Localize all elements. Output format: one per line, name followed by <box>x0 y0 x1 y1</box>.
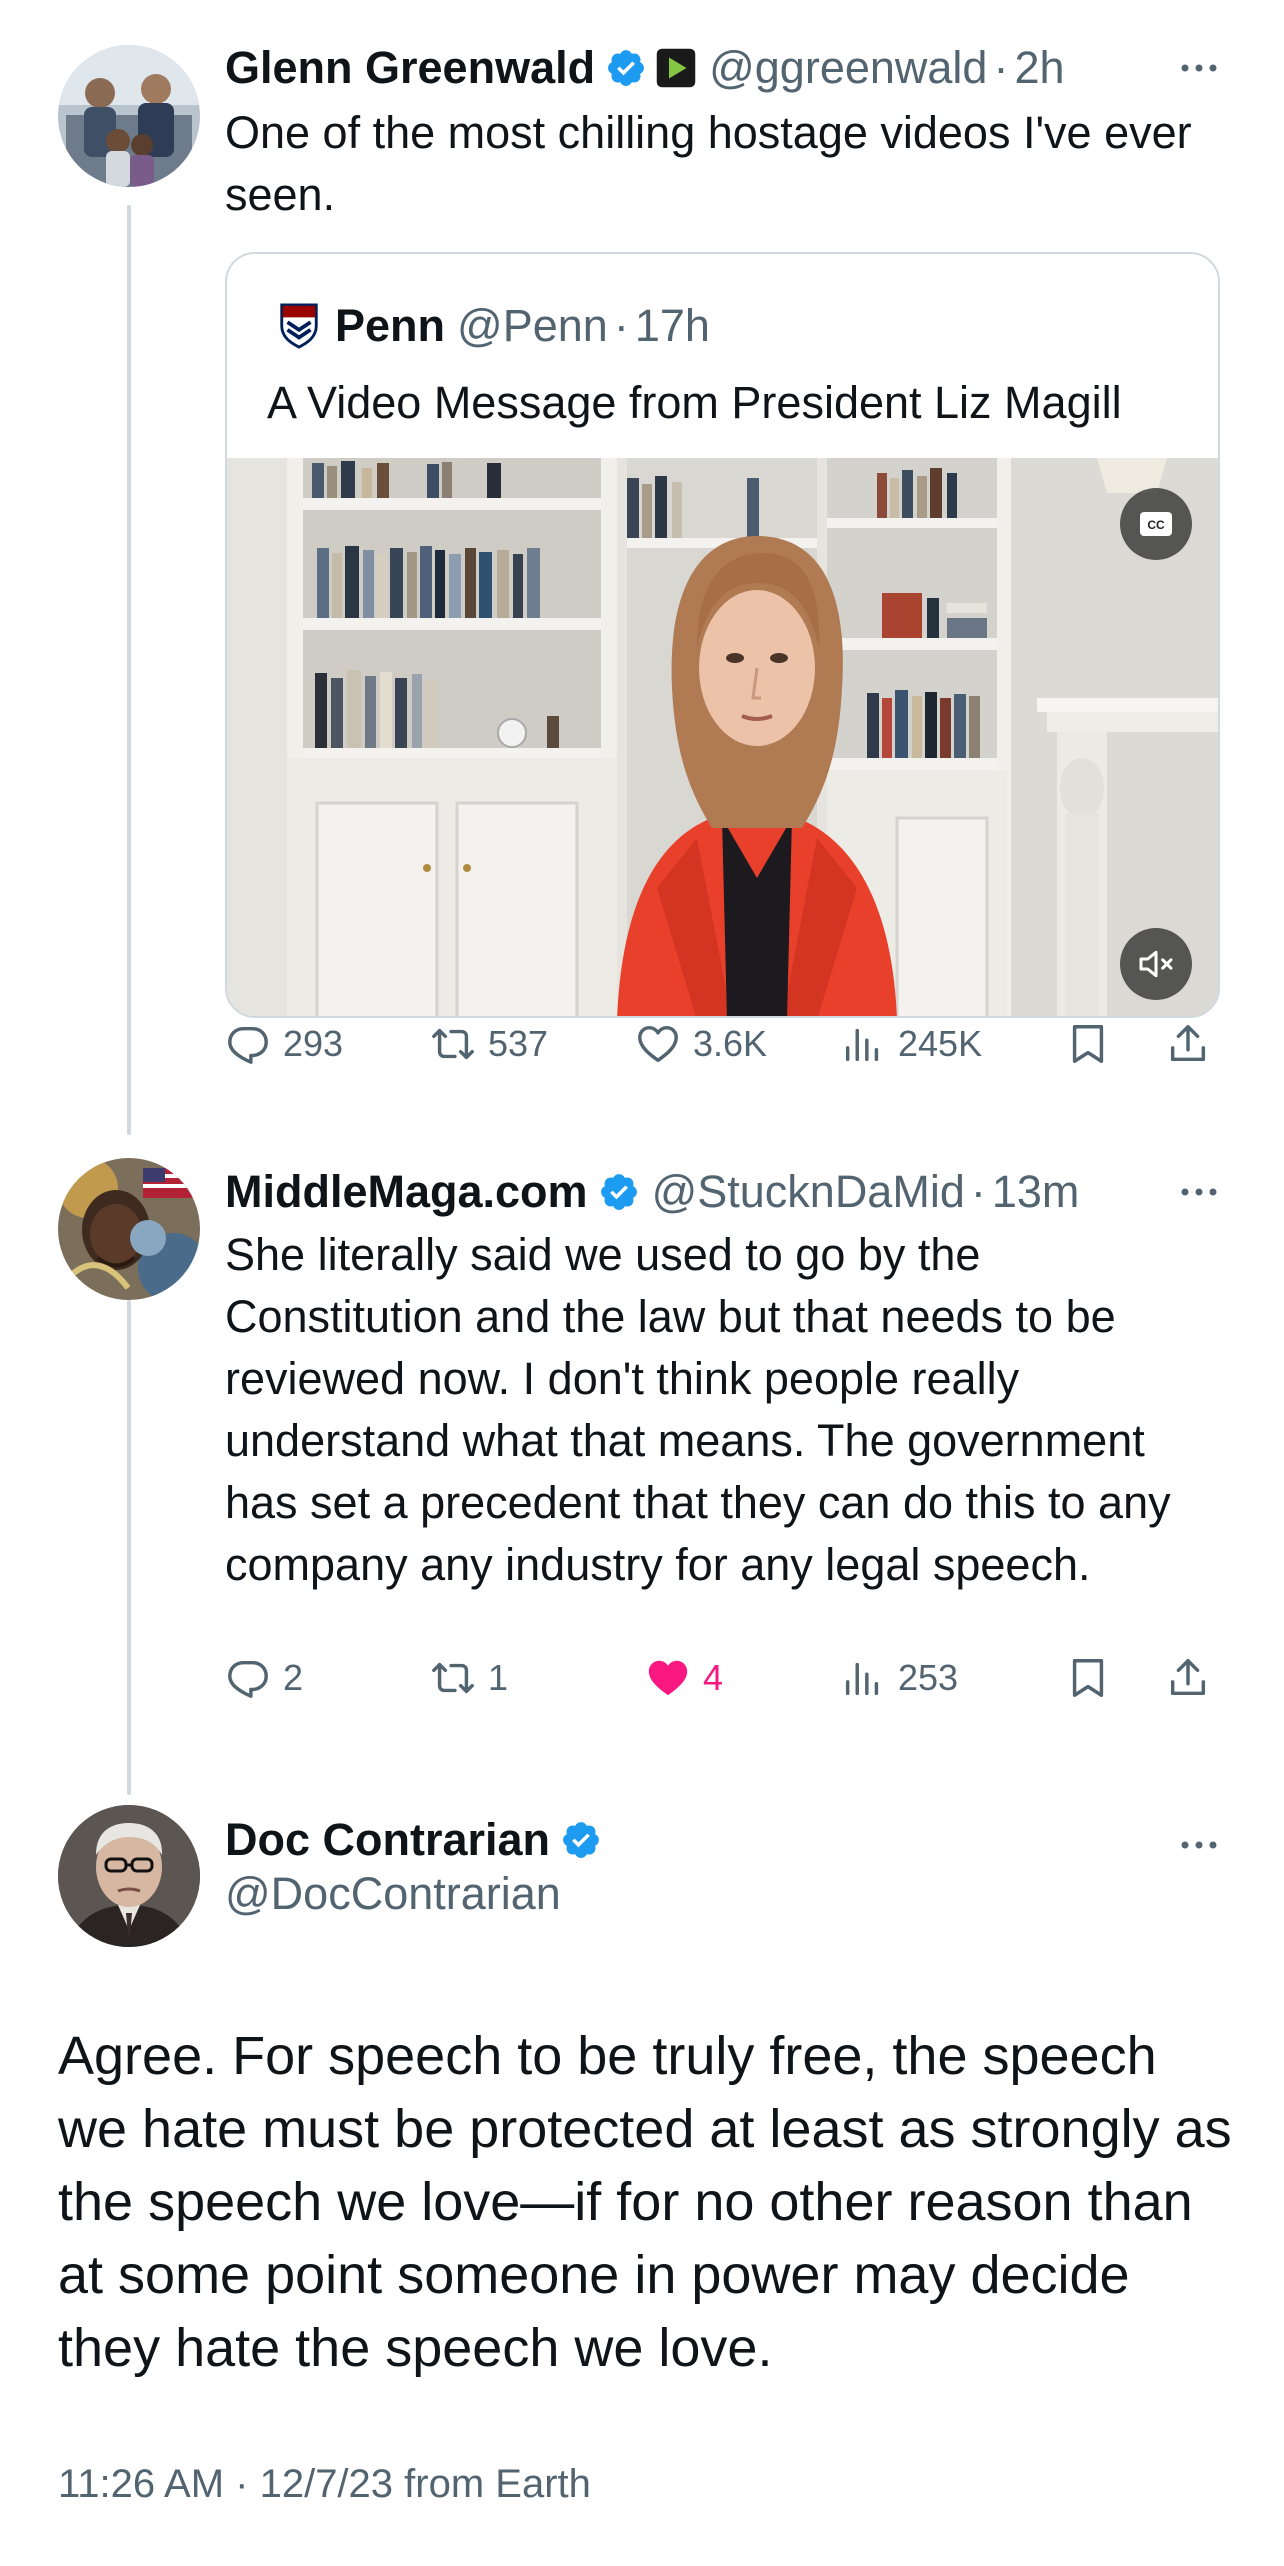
tweet1-header: Glenn Greenwald @ggreenwald · 2h <box>225 38 1224 98</box>
views-button[interactable]: 253 <box>840 1648 958 1708</box>
repost-count: 1 <box>488 1657 509 1698</box>
author-handle[interactable]: @ggreenwald <box>709 42 987 94</box>
reply-button[interactable]: 2 <box>225 1648 303 1708</box>
video-frame <box>227 458 1218 1016</box>
quote-tweet-card[interactable]: Penn @Penn · 17h A Video Message from Pr… <box>225 252 1220 1018</box>
closed-captions-icon[interactable]: CC <box>1120 488 1192 560</box>
avatar-stuckndamid[interactable] <box>58 1158 200 1300</box>
more-icon[interactable] <box>1174 38 1224 98</box>
repost-button[interactable]: 537 <box>430 1014 548 1074</box>
thread-line-2 <box>127 1300 131 1795</box>
repost-count: 537 <box>488 1023 549 1064</box>
reply-button[interactable]: 293 <box>225 1014 343 1074</box>
quote-author-name[interactable]: Penn <box>335 300 445 352</box>
quote-text: A Video Message from President Liz Magil… <box>267 377 1122 428</box>
tweet2-text: She literally said we used to go by the … <box>225 1229 1171 1590</box>
avatar-ggreenwald[interactable] <box>58 45 200 187</box>
verified-badge-icon <box>563 1822 599 1858</box>
author-name[interactable]: MiddleMaga.com <box>225 1166 588 1218</box>
penn-shield-icon <box>280 303 318 349</box>
views-button[interactable]: 245K <box>840 1014 982 1074</box>
separator-dot: · <box>970 1166 986 1217</box>
bookmark-button[interactable] <box>1065 1014 1123 1074</box>
author-handle[interactable]: @StucknDaMid <box>652 1166 965 1218</box>
video-player[interactable]: CC <box>227 458 1218 1016</box>
like-count: 3.6K <box>693 1023 768 1064</box>
views-chart-icon <box>845 1662 879 1696</box>
views-chart-icon <box>845 1028 879 1062</box>
bookmark-icon <box>1072 1025 1104 1063</box>
repost-icon <box>432 1662 474 1694</box>
views-count: 253 <box>898 1657 959 1698</box>
more-icon[interactable] <box>1174 1815 1224 1875</box>
rumble-affiliate-icon[interactable] <box>655 47 697 89</box>
quote-header: Penn @Penn · 17h <box>279 296 710 356</box>
svg-text:CC: CC <box>1147 518 1165 532</box>
tweet2-header: MiddleMaga.com @StucknDaMid · 13m <box>225 1162 1224 1222</box>
share-button[interactable] <box>1165 1648 1223 1708</box>
author-name[interactable]: Glenn Greenwald <box>225 42 595 94</box>
author-name[interactable]: Doc Contrarian <box>225 1814 550 1866</box>
repost-button[interactable]: 1 <box>430 1648 508 1708</box>
separator-dot: · <box>613 300 629 351</box>
tweet1-actions: 293 537 3.6K 245K <box>225 1014 1225 1074</box>
tweet2-actions: 2 1 4 253 <box>225 1648 1225 1708</box>
tweet-time[interactable]: 2h <box>1014 42 1064 94</box>
more-icon[interactable] <box>1174 1162 1224 1222</box>
heart-outline-icon <box>638 1025 678 1063</box>
separator-dot: · <box>993 42 1009 93</box>
author-handle[interactable]: @DocContrarian <box>225 1868 561 1920</box>
verified-badge-icon <box>608 50 645 86</box>
main-tweet-text: Agree. For speech to be truly free, the … <box>58 2026 1232 2378</box>
quote-author-handle[interactable]: @Penn <box>457 300 608 352</box>
like-button[interactable]: 3.6K <box>635 1014 767 1074</box>
tweet1-text: One of the most chilling hostage videos … <box>225 107 1192 220</box>
thread-line-1 <box>127 205 131 1135</box>
main-author-row: Doc Contrarian <box>225 1810 602 1870</box>
bookmark-icon <box>1072 1659 1104 1697</box>
tweet-timestamp[interactable]: 11:26 AM · 12/7/23 from Earth <box>58 2462 591 2507</box>
repost-icon <box>432 1028 474 1060</box>
reply-icon <box>228 1026 268 1064</box>
verified-badge-icon <box>600 1174 637 1210</box>
views-count: 245K <box>898 1023 983 1064</box>
like-count: 4 <box>703 1657 724 1698</box>
avatar-doccontrarian[interactable] <box>58 1805 200 1947</box>
bookmark-button[interactable] <box>1065 1648 1123 1708</box>
heart-filled-icon <box>648 1660 688 1696</box>
reply-icon <box>228 1660 268 1698</box>
tweet-time[interactable]: 13m <box>992 1166 1080 1218</box>
share-icon <box>1170 1025 1206 1062</box>
share-button[interactable] <box>1165 1014 1223 1074</box>
quote-time: 17h <box>634 300 710 351</box>
reply-count: 2 <box>283 1657 304 1698</box>
mute-icon[interactable] <box>1120 928 1192 1000</box>
like-button[interactable]: 4 <box>645 1648 723 1708</box>
share-icon <box>1170 1659 1206 1696</box>
reply-count: 293 <box>283 1023 344 1064</box>
